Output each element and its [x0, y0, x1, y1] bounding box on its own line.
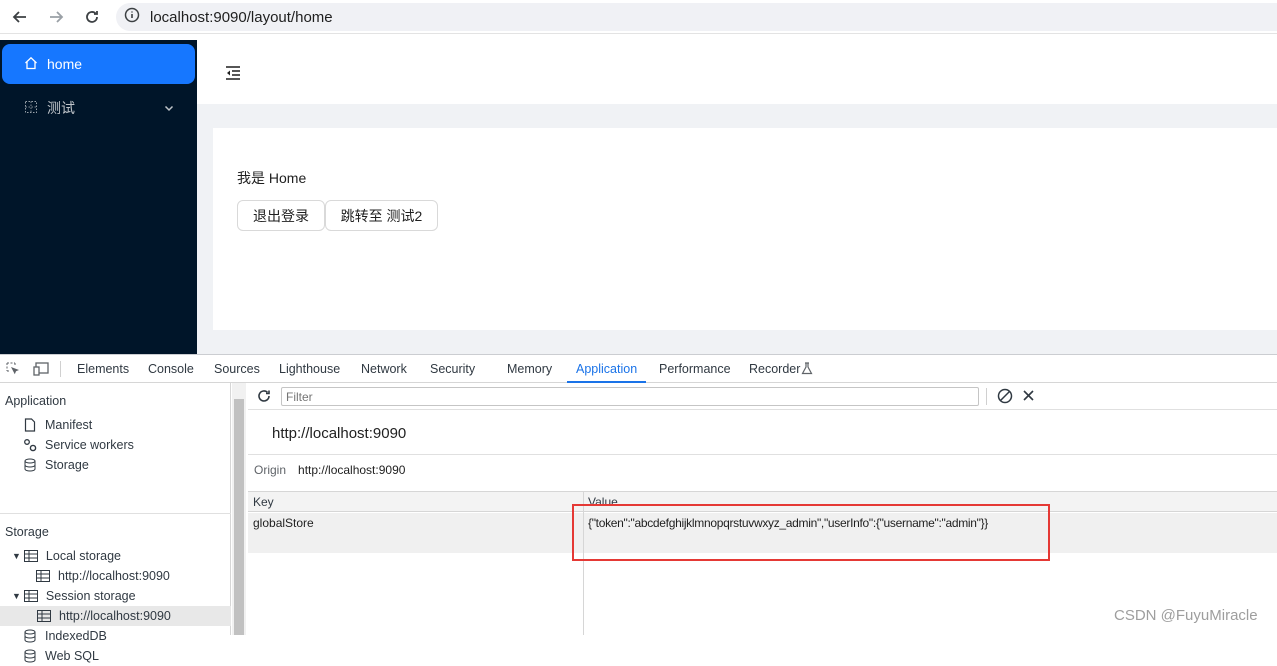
tab-performance[interactable]: Performance [659, 355, 731, 383]
tab-application[interactable]: Application [566, 355, 647, 383]
expand-triangle-icon[interactable]: ▼ [12, 591, 21, 601]
tab-security[interactable]: Security [430, 355, 475, 383]
tab-console[interactable]: Console [148, 355, 194, 383]
sidebar-item-storage[interactable]: Storage [23, 455, 89, 475]
tab-recorder[interactable]: Recorder [749, 355, 800, 383]
database-icon [23, 458, 37, 472]
cell-key[interactable]: globalStore [253, 516, 314, 530]
sidebar-item-indexeddb[interactable]: IndexedDB [23, 626, 107, 646]
filter-input[interactable] [281, 387, 979, 406]
tab-elements[interactable]: Elements [77, 355, 129, 383]
storage-toolbar [248, 383, 1277, 410]
expand-triangle-icon[interactable]: ▼ [12, 551, 21, 561]
address-bar[interactable]: localhost:9090/layout/home [116, 3, 1277, 31]
home-icon [24, 56, 38, 73]
watermark: CSDN @FuyuMiracle [1114, 607, 1258, 624]
sidebar-item-label: IndexedDB [45, 629, 107, 643]
back-arrow-icon[interactable] [8, 5, 32, 29]
section-title-storage: Storage [5, 525, 49, 539]
sidebar-item-label: home [47, 56, 83, 72]
menu-fold-icon[interactable] [225, 66, 241, 80]
sidebar-item-label: Web SQL [45, 649, 99, 663]
header [197, 40, 1277, 104]
goto-test2-button[interactable]: 跳转至 测试2 [325, 200, 438, 231]
database-icon [23, 649, 37, 663]
sidebar-item-label: http://localhost:9090 [58, 569, 170, 583]
sidebar-item-manifest[interactable]: Manifest [23, 415, 92, 435]
sidebar-item-label: Service workers [45, 438, 134, 452]
sidebar-item-home[interactable]: home [2, 44, 195, 84]
reload-icon[interactable] [80, 5, 104, 29]
toolbar-divider [986, 388, 987, 405]
sidebar-item-local-storage[interactable]: ▼ Local storage [12, 546, 121, 566]
sidebar-item-local-origin[interactable]: http://localhost:9090 [36, 566, 170, 586]
clear-all-icon[interactable] [997, 388, 1013, 409]
home-greeting: 我是 Home [237, 170, 307, 186]
grid-icon [24, 100, 38, 117]
scrollbar-thumb[interactable] [234, 399, 244, 635]
origin-row: Origin http://localhost:9090 [254, 463, 405, 477]
devtools-panel: Elements Console Sources Lighthouse Netw… [0, 354, 1277, 663]
origin-label: Origin [254, 463, 287, 477]
app-layout: home 测试 我是 Home 退出登录 跳转至 测试2 [0, 40, 1277, 354]
tab-sources[interactable]: Sources [214, 355, 260, 383]
sidebar-scrollbar[interactable] [232, 383, 246, 635]
sidebar-item-session-origin[interactable]: http://localhost:9090 [0, 606, 231, 626]
tab-lighthouse[interactable]: Lighthouse [279, 355, 340, 383]
devtools-sidebar: Application Manifest Service workers Sto… [0, 383, 231, 663]
database-icon [23, 629, 37, 643]
sidebar-item-test[interactable]: 测试 [0, 88, 193, 128]
sidebar-divider [0, 513, 231, 514]
sidebar-item-label: Session storage [45, 589, 136, 603]
sidebar-item-label: Manifest [45, 418, 93, 432]
sidebar-item-label: http://localhost:9090 [59, 609, 171, 623]
forward-arrow-icon[interactable] [44, 5, 68, 29]
sidebar-item-websql[interactable]: Web SQL [23, 646, 99, 666]
tab-network[interactable]: Network [361, 355, 407, 383]
divider [248, 454, 1277, 455]
site-info-icon[interactable] [124, 7, 140, 28]
sidebar-item-label: Local storage [45, 549, 121, 563]
close-icon[interactable] [1022, 389, 1035, 407]
sidebar-item-label: Storage [45, 458, 89, 472]
origin-heading: http://localhost:9090 [272, 425, 407, 442]
sidebar: home 测试 [0, 40, 197, 354]
inspect-element-icon[interactable] [6, 362, 20, 381]
section-title-application: Application [5, 394, 67, 408]
table-icon [23, 549, 38, 563]
browser-toolbar: localhost:9090/layout/home [0, 0, 1277, 34]
device-toolbar-icon[interactable] [33, 362, 49, 381]
sidebar-item-service-workers[interactable]: Service workers [23, 435, 134, 455]
table-icon [37, 609, 51, 623]
url-text: localhost:9090/layout/home [150, 8, 333, 26]
tab-memory[interactable]: Memory [507, 355, 552, 383]
refresh-icon[interactable] [257, 389, 271, 408]
table-icon [36, 569, 50, 583]
flask-icon [801, 362, 813, 380]
sidebar-item-session-storage[interactable]: ▼ Session storage [12, 586, 136, 606]
origin-value: http://localhost:9090 [298, 463, 406, 477]
toolbar-divider [60, 361, 61, 377]
gears-icon [23, 438, 37, 452]
logout-button[interactable]: 退出登录 [237, 200, 325, 231]
chevron-down-icon [163, 101, 175, 117]
highlight-box [572, 504, 1050, 561]
table-icon [23, 589, 38, 603]
devtools-tabbar: Elements Console Sources Lighthouse Netw… [0, 355, 1277, 383]
content-card: 我是 Home 退出登录 跳转至 测试2 [213, 128, 1277, 330]
column-header-key[interactable]: Key [253, 495, 274, 509]
document-icon [23, 418, 37, 432]
sidebar-item-label: 测试 [47, 100, 75, 116]
